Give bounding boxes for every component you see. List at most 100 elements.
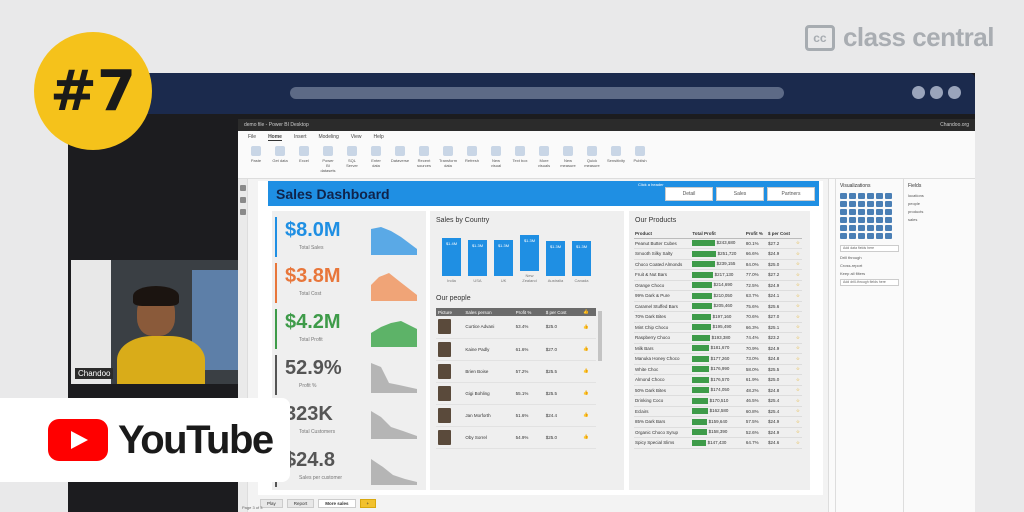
table-row[interactable]: Peanut Butter Cubes $243,680 80.1% $27.2 ☆ xyxy=(634,238,802,249)
ribbon-button[interactable]: SQL Server xyxy=(344,146,360,168)
visual-type-icon[interactable] xyxy=(840,201,847,207)
visual-type-icon[interactable] xyxy=(840,225,847,231)
visual-type-icon[interactable] xyxy=(849,193,856,199)
ribbon-button[interactable]: Get data xyxy=(272,146,288,163)
table-row[interactable]: Caramel Stuffed Bars $205,460 75.6% $25.6 ☆ xyxy=(634,301,802,312)
table-row[interactable]: Choco Coated Almonds $239,155 84.0% $25.0 ☆ xyxy=(634,259,802,270)
window-dot[interactable] xyxy=(948,86,961,99)
add-page-button[interactable]: + xyxy=(359,498,377,508)
ribbon-button[interactable]: Enter data xyxy=(368,146,384,168)
table-row[interactable]: Brien Boise 57.2% $25.5 👍 xyxy=(436,360,596,383)
visual-type-icon[interactable] xyxy=(876,201,883,207)
menu-view[interactable]: View xyxy=(351,134,362,140)
people-scrollbar[interactable] xyxy=(598,311,602,361)
table-row[interactable]: 50% Dark Bites $174,050 48.2% $24.8 ☆ xyxy=(634,385,802,396)
filters-pane[interactable] xyxy=(828,179,836,512)
visual-type-icon[interactable] xyxy=(867,209,874,215)
visual-type-icon[interactable] xyxy=(867,217,874,223)
menu-modeling[interactable]: Modeling xyxy=(318,134,338,140)
table-row[interactable]: Curtice Advani 53.4% $25.0 👍 xyxy=(436,316,596,339)
products-header[interactable]: Profit % xyxy=(744,229,767,239)
page-tab[interactable]: Play xyxy=(260,498,283,508)
ribbon-button[interactable]: Recent sources xyxy=(416,146,432,168)
add-fields-well[interactable]: Add data fields here xyxy=(840,245,899,252)
model-view-icon[interactable] xyxy=(240,209,246,215)
ribbon-button[interactable]: Sensitivity xyxy=(607,146,625,163)
visual-type-icon[interactable] xyxy=(876,233,883,239)
kpi-card[interactable]: $8.0M Total Sales xyxy=(275,215,423,259)
ribbon-button[interactable]: Power BI datasets xyxy=(320,146,336,173)
nav-partners-button[interactable]: Partners xyxy=(767,187,815,201)
menu-insert[interactable]: Insert xyxy=(294,134,307,140)
table-row[interactable]: Milk Bars $181,670 70.9% $24.9 ☆ xyxy=(634,343,802,354)
ribbon-button[interactable]: New visual xyxy=(488,146,504,168)
table-row[interactable]: Organic Choco Syrup $158,390 52.6% $24.9 ☆ xyxy=(634,427,802,438)
country-bar[interactable]: $1.4M xyxy=(442,238,461,276)
country-bar[interactable]: $1.3M xyxy=(494,240,513,276)
country-bar[interactable]: $1.3M xyxy=(546,241,565,276)
ribbon-button[interactable]: Dataverse xyxy=(391,146,409,163)
table-row[interactable]: Manuka Honey Choco $177,260 73.0% $24.8 ☆ xyxy=(634,353,802,365)
visual-type-icon[interactable] xyxy=(849,233,856,239)
visual-type-icon[interactable] xyxy=(885,193,892,199)
visual-type-icon[interactable] xyxy=(867,201,874,207)
visual-type-icon[interactable] xyxy=(858,193,865,199)
visual-type-icon[interactable] xyxy=(840,209,847,215)
visual-type-icon[interactable] xyxy=(858,209,865,215)
visual-type-icon[interactable] xyxy=(885,217,892,223)
visual-type-icon[interactable] xyxy=(867,225,874,231)
visual-type-icon[interactable] xyxy=(858,201,865,207)
visual-type-icon[interactable] xyxy=(840,193,847,199)
menu-file[interactable]: File xyxy=(248,134,256,140)
table-row[interactable]: Orange Choco $214,690 72.5% $24.9 ☆ xyxy=(634,280,802,291)
visual-type-icon[interactable] xyxy=(876,217,883,223)
ribbon-button[interactable]: Quick measure xyxy=(584,146,600,168)
people-header[interactable]: Sales person xyxy=(463,308,514,316)
visual-type-icon[interactable] xyxy=(867,233,874,239)
products-header[interactable]: Product xyxy=(634,229,692,239)
page-tab-active[interactable]: More sales xyxy=(318,498,356,508)
visual-type-icon[interactable] xyxy=(876,193,883,199)
people-header[interactable]: Picture xyxy=(436,308,464,316)
visual-type-icon[interactable] xyxy=(840,233,847,239)
visual-type-icon[interactable] xyxy=(849,201,856,207)
products-header[interactable]: Total Profit xyxy=(691,229,745,239)
report-view-icon[interactable] xyxy=(240,185,246,191)
visual-type-icon[interactable] xyxy=(876,209,883,215)
ribbon-button[interactable]: Publish xyxy=(632,146,648,163)
ribbon-button[interactable]: Transform data xyxy=(439,146,457,168)
visual-type-icon[interactable] xyxy=(849,209,856,215)
menu-help[interactable]: Help xyxy=(374,134,384,140)
table-row[interactable]: Jan Morforth 51.6% $24.4 👍 xyxy=(436,404,596,427)
table-row[interactable]: 99% Dark & Pure $210,050 63.7% $24.1 ☆ xyxy=(634,290,802,302)
ribbon-button[interactable]: Refresh xyxy=(464,146,480,163)
ribbon-button[interactable]: More visuals xyxy=(536,146,552,168)
table-row[interactable]: Gigi Bohling 55.1% $25.5 👍 xyxy=(436,382,596,405)
data-view-icon[interactable] xyxy=(240,197,246,203)
field-table-item[interactable]: people xyxy=(908,201,971,206)
field-table-item[interactable]: locations xyxy=(908,193,971,198)
kpi-card[interactable]: $4.2M Total Profit xyxy=(275,307,423,351)
visual-type-icon[interactable] xyxy=(858,225,865,231)
table-row[interactable]: 85% Dark Bars $159,640 57.5% $24.9 ☆ xyxy=(634,416,802,428)
visual-type-icon[interactable] xyxy=(858,217,865,223)
table-row[interactable]: Spicy Special Slims $147,430 64.7% $24.6 ☆ xyxy=(634,437,802,449)
kpi-card[interactable]: 323K Total Customers xyxy=(275,399,423,443)
field-table-item[interactable]: sales xyxy=(908,217,971,222)
address-bar[interactable] xyxy=(290,87,784,99)
table-row[interactable]: Kaine Padly 61.6% $27.0 👍 xyxy=(436,338,596,361)
visual-type-icon[interactable] xyxy=(885,225,892,231)
menu-home[interactable]: Home xyxy=(268,134,282,141)
visual-type-icon[interactable] xyxy=(858,233,865,239)
ribbon-button[interactable]: Text box xyxy=(512,146,528,163)
table-row[interactable]: White Choc $176,990 58.0% $25.5 ☆ xyxy=(634,364,802,375)
table-row[interactable]: Almond Choco $176,570 61.9% $25.0 ☆ xyxy=(634,374,802,386)
kpi-card[interactable]: $3.8M Total Cost xyxy=(275,261,423,305)
visual-type-icon[interactable] xyxy=(885,233,892,239)
people-header[interactable]: Profit % xyxy=(513,308,544,316)
products-header[interactable]: $ per Cost xyxy=(766,229,795,239)
visual-type-icon[interactable] xyxy=(849,225,856,231)
visual-type-icon[interactable] xyxy=(876,225,883,231)
field-table-item[interactable]: products xyxy=(908,209,971,214)
window-dot[interactable] xyxy=(912,86,925,99)
